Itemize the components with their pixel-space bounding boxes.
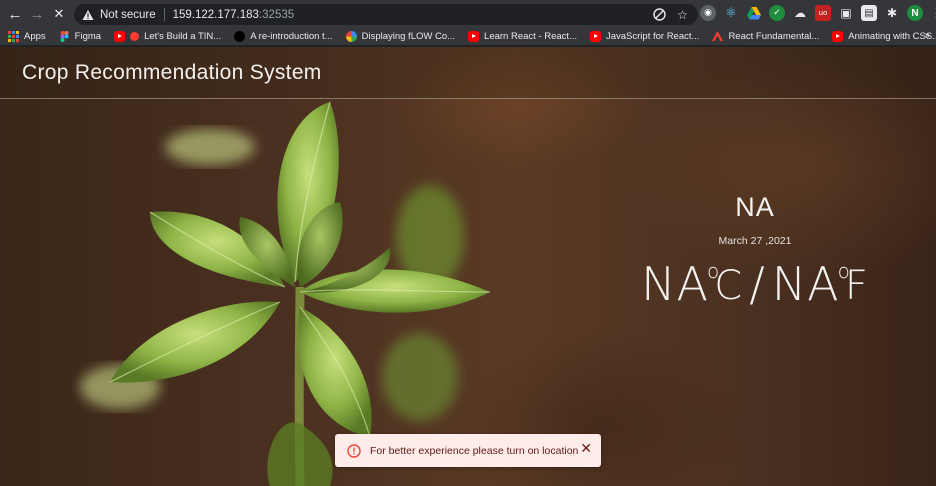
bookmark-react-fundamentals[interactable]: React Fundamental... (712, 31, 819, 42)
page-viewport: Crop Recommendation System NA March 27 ,… (0, 47, 936, 486)
notes-extension-icon[interactable]: ▤ (861, 5, 877, 21)
address-bar[interactable]: Not secure 159.122.177.183:32535 ☆ (74, 4, 698, 25)
browser-toolbar: ← → ✕ Not secure 159.122.177.183:32535 ☆… (0, 0, 936, 28)
extension-settings-icon[interactable]: ◉ (700, 5, 716, 21)
youtube-icon (832, 31, 844, 42)
bookmark-animating-css[interactable]: Animating with CSS... (832, 31, 936, 42)
url-host[interactable]: 159.122.177.183 (173, 9, 259, 21)
app-header: Crop Recommendation System (0, 47, 936, 99)
stop-loading-icon[interactable]: ✕ (48, 3, 70, 25)
puzzle-extensions-icon[interactable]: ✱ (884, 5, 900, 21)
bookmark-tinder-video[interactable]: Let's Build a TIN... (114, 31, 221, 42)
fahrenheit-unit: F (844, 263, 869, 309)
profile-avatar[interactable]: N (907, 5, 923, 21)
chrome-menu-icon[interactable]: ⋮ (930, 5, 936, 21)
bookmarks-overflow-chevron-icon[interactable]: » (924, 30, 930, 41)
close-icon[interactable]: ✕ (580, 441, 592, 457)
url-port[interactable]: :32535 (259, 9, 294, 21)
youtube-icon (589, 31, 601, 42)
app-title[interactable]: Crop Recommendation System (22, 61, 322, 85)
temperature-fahrenheit: NA (771, 257, 840, 311)
bookmark-label: Apps (24, 31, 46, 42)
apps-grid-icon (8, 31, 19, 42)
temperature-celsius: NA (641, 257, 710, 311)
pinwheel-icon (345, 31, 357, 42)
bookmark-displaying-flow[interactable]: Displaying fLOW Co... (345, 31, 456, 42)
figma-icon (60, 31, 69, 42)
celsius-unit: C (714, 263, 744, 309)
cloud-extension-icon[interactable]: ☁ (792, 5, 808, 21)
bookmark-label: JavaScript for React... (605, 31, 700, 42)
adobe-icon (712, 31, 724, 41)
location-alert: For better experience please turn on loc… (335, 434, 601, 467)
warning-triangle-icon (82, 9, 94, 20)
bookmark-figma[interactable]: Figma (59, 31, 101, 42)
bookmark-label: Displaying fLOW Co... (361, 31, 456, 42)
temperature-separator: / (749, 257, 766, 311)
bookmark-javascript-react[interactable]: JavaScript for React... (589, 31, 700, 42)
bookmark-label: Let's Build a TIN... (144, 31, 222, 42)
bookmark-label: A re-introduction t... (250, 31, 333, 42)
bookmark-star-icon[interactable]: ☆ (675, 7, 690, 22)
alert-message: For better experience please turn on loc… (370, 444, 579, 457)
bookmarks-bar: Apps Figma Let's Build a TIN... A re-int… (0, 28, 936, 46)
back-arrow-icon[interactable]: ← (4, 3, 26, 25)
react-devtools-icon[interactable]: ⚛ (723, 5, 739, 21)
google-drive-icon[interactable] (746, 5, 762, 21)
bookmark-reintroduction[interactable]: A re-introduction t... (234, 31, 333, 42)
ublock-icon[interactable]: uo (815, 5, 831, 21)
weather-widget: NA March 27 ,2021 NA o C / NA o F (620, 192, 890, 311)
forward-arrow-icon[interactable]: → (26, 3, 48, 25)
record-dot-icon (130, 32, 140, 41)
bookmark-label: React Fundamental... (728, 31, 820, 42)
youtube-icon (468, 31, 480, 42)
blocked-popup-icon[interactable] (652, 7, 667, 22)
youtube-icon (114, 31, 126, 42)
location-name: NA (735, 192, 775, 222)
bookmark-learn-react[interactable]: Learn React - React... (468, 31, 577, 42)
bookmark-label: Animating with CSS... (848, 31, 936, 42)
picture-extension-icon[interactable]: ▣ (838, 5, 854, 21)
omnibox-divider (163, 8, 165, 21)
error-outline-icon (347, 443, 361, 458)
bookmark-apps[interactable]: Apps (8, 31, 46, 42)
bookmark-label: Figma (74, 31, 102, 42)
check-extension-icon[interactable]: ✓ (769, 5, 785, 21)
temperature-readout: NA o C / NA o F (620, 257, 890, 311)
mdn-icon (234, 31, 246, 42)
not-secure-label[interactable]: Not secure (100, 9, 156, 21)
bookmark-label: Learn React - React... (484, 31, 577, 42)
current-date: March 27 ,2021 (718, 235, 792, 247)
